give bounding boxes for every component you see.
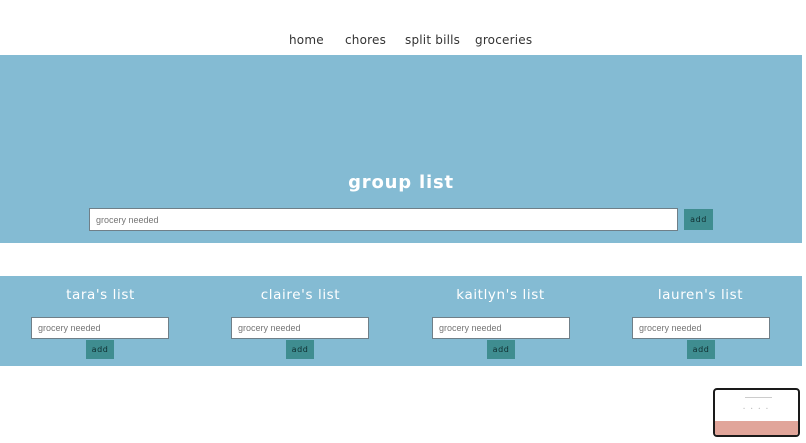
kaitlyn-grocery-input[interactable]	[432, 317, 570, 339]
page-thumbnail-preview[interactable]: • • • •	[713, 388, 800, 437]
nav-home-link[interactable]: home	[289, 33, 324, 47]
group-add-button[interactable]: add	[684, 209, 713, 230]
thumbnail-dots: • • • •	[742, 406, 771, 411]
nav-split-bills-link[interactable]: split bills	[405, 33, 460, 47]
group-grocery-input[interactable]	[89, 208, 678, 231]
lauren-grocery-input[interactable]	[632, 317, 770, 339]
claire-list-title: claire's list	[260, 287, 341, 303]
tara-list-card: tara's list add	[0, 276, 201, 366]
lauren-list-card: lauren's list add	[600, 276, 801, 366]
group-list-title: group list	[348, 172, 454, 193]
group-list-section: group list add	[0, 55, 802, 243]
kaitlyn-list-title: kaitlyn's list	[456, 287, 545, 303]
nav-chores-link[interactable]: chores	[345, 33, 386, 47]
kaitlyn-list-card: kaitlyn's list add	[400, 276, 601, 366]
claire-list-card: claire's list add	[200, 276, 401, 366]
claire-grocery-input[interactable]	[231, 317, 369, 339]
thumbnail-strip	[715, 421, 798, 435]
tara-list-title: tara's list	[66, 287, 135, 303]
tara-add-button[interactable]: add	[86, 340, 114, 359]
top-nav: home chores split bills groceries	[0, 33, 806, 51]
nav-groceries-link[interactable]: groceries	[475, 33, 532, 47]
personal-lists-section: tara's list add claire's list add kaitly…	[0, 276, 802, 366]
tara-grocery-input[interactable]	[31, 317, 169, 339]
thumbnail-title-line	[745, 397, 772, 398]
claire-add-button[interactable]: add	[286, 340, 314, 359]
lauren-list-title: lauren's list	[657, 287, 744, 303]
kaitlyn-add-button[interactable]: add	[487, 340, 515, 359]
lauren-add-button[interactable]: add	[687, 340, 715, 359]
